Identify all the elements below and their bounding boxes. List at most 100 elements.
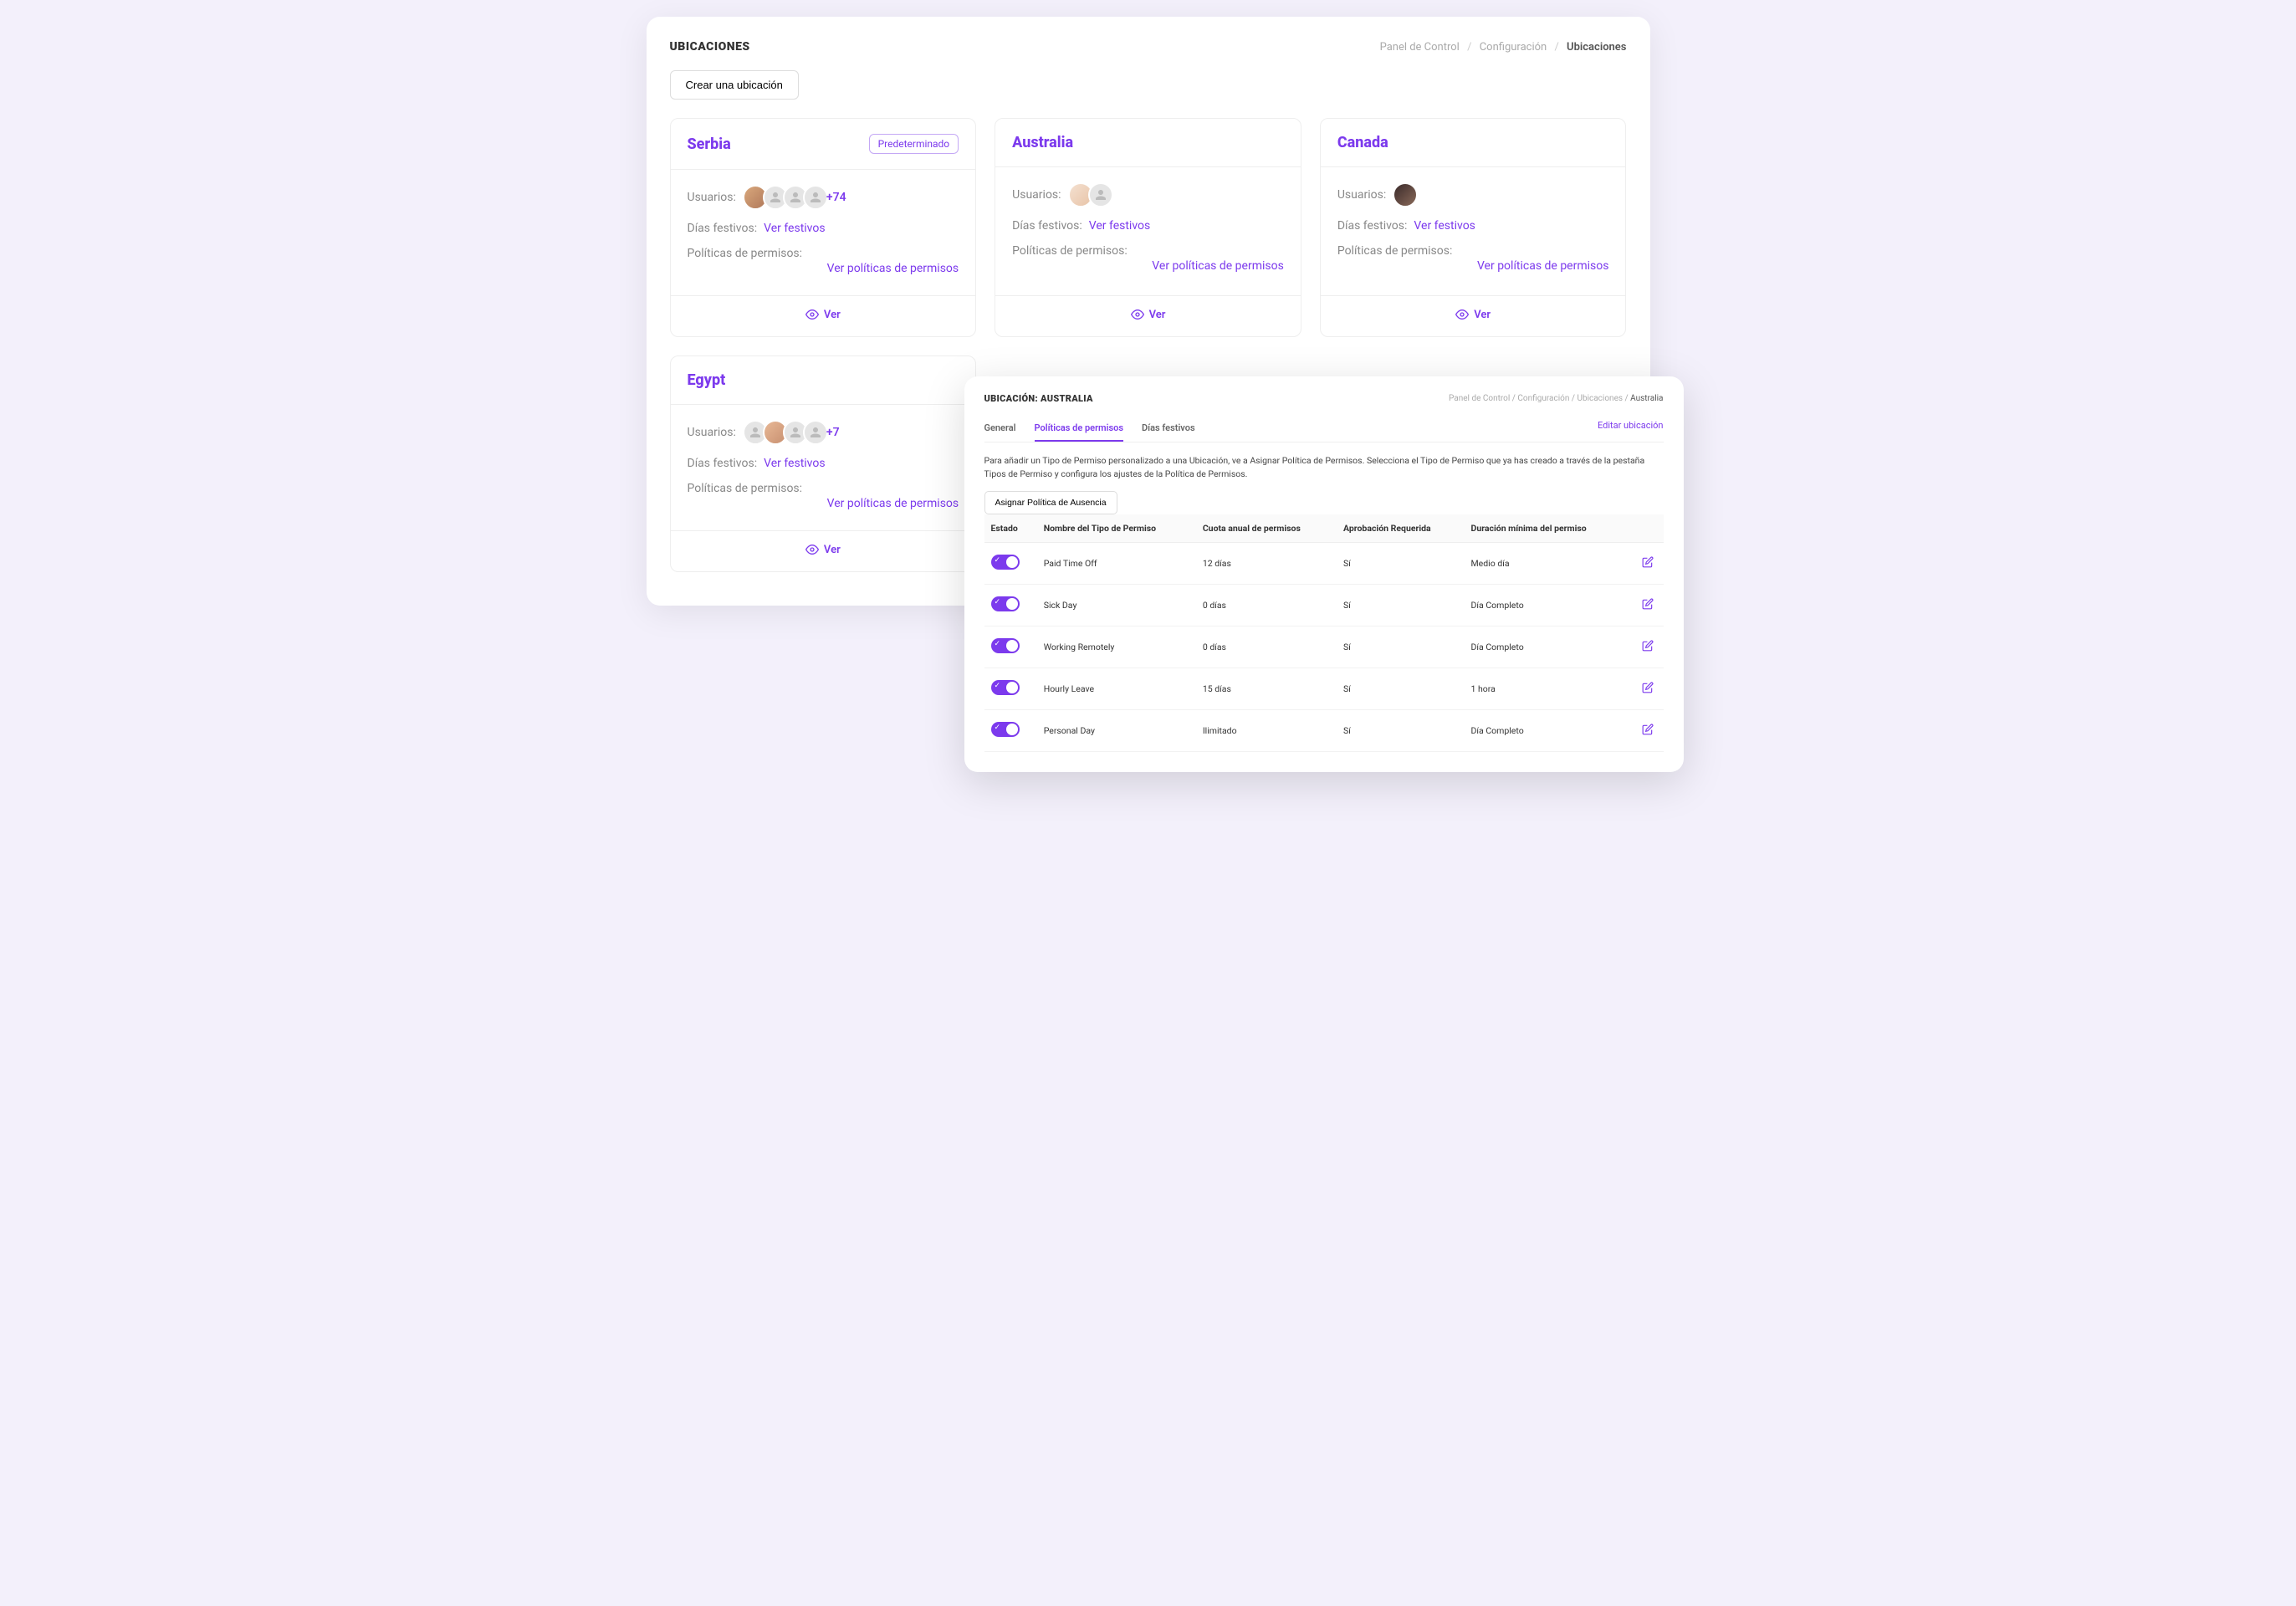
holidays-row: Días festivos: Ver festivos xyxy=(688,222,959,235)
view-holidays-link[interactable]: Ver festivos xyxy=(764,457,825,470)
breadcrumb-locations[interactable]: Ubicaciones xyxy=(1577,394,1623,403)
breadcrumb: Panel de Control / Configuración / Ubica… xyxy=(1380,41,1627,54)
card-body: Usuarios: Días festivos: Ver festivos Po… xyxy=(995,167,1301,295)
policies-row: Políticas de permisos: Ver políticas de … xyxy=(1337,244,1609,273)
policies-row: Políticas de permisos: Ver políticas de … xyxy=(688,482,959,510)
view-policies-link[interactable]: Ver políticas de permisos xyxy=(1337,259,1609,273)
cell-min-duration: Día Completo xyxy=(1465,584,1628,626)
users-row: Usuarios: xyxy=(1012,182,1284,207)
policies-label: Políticas de permisos: xyxy=(1012,244,1128,258)
person-icon xyxy=(748,425,763,440)
eye-icon xyxy=(805,308,819,321)
tab-general[interactable]: General xyxy=(984,416,1016,442)
assign-policy-button[interactable]: Asignar Política de Ausencia xyxy=(984,491,1117,514)
col-approval: Aprobación Requerida xyxy=(1337,514,1465,543)
avatar[interactable] xyxy=(1393,182,1418,207)
card-title: Canada xyxy=(1337,134,1388,151)
card-header: Egypt xyxy=(671,356,976,405)
card-footer: Ver xyxy=(671,295,976,336)
page-title: UBICACIONES xyxy=(670,40,750,54)
edit-location-link[interactable]: Editar ubicación xyxy=(1598,420,1664,437)
card-title: Egypt xyxy=(688,371,726,389)
locations-page: UBICACIONES Panel de Control / Configura… xyxy=(647,17,1650,606)
tab-policies[interactable]: Políticas de permisos xyxy=(1035,416,1123,442)
holidays-label: Días festivos: xyxy=(688,457,758,470)
cell-name: Working Remotely xyxy=(1037,626,1196,667)
view-policies-link[interactable]: Ver políticas de permisos xyxy=(1012,259,1284,273)
avatar-placeholder[interactable] xyxy=(803,420,828,445)
policies-row: Políticas de permisos: Ver políticas de … xyxy=(688,247,959,275)
edit-icon[interactable] xyxy=(1642,556,1654,568)
col-actions xyxy=(1627,514,1663,543)
person-icon xyxy=(1093,187,1108,202)
cell-quota: 15 días xyxy=(1196,667,1337,709)
edit-icon[interactable] xyxy=(1642,724,1654,735)
cell-min-duration: Día Completo xyxy=(1465,709,1628,751)
edit-icon[interactable] xyxy=(1642,598,1654,610)
policies-row: Políticas de permisos: Ver políticas de … xyxy=(1012,244,1284,273)
status-toggle[interactable]: ✓ xyxy=(991,638,1020,653)
location-card-egypt: Egypt Usuarios: +7 Días festivos: Ver fe… xyxy=(670,355,977,572)
avatar-overflow-count[interactable]: +74 xyxy=(826,191,846,204)
status-toggle[interactable]: ✓ xyxy=(991,722,1020,737)
tab-holidays[interactable]: Días festivos xyxy=(1142,416,1195,442)
location-card-canada: Canada Usuarios: Días festivos: Ver fest… xyxy=(1320,118,1627,337)
breadcrumb-separator: / xyxy=(1512,394,1516,403)
status-toggle[interactable]: ✓ xyxy=(991,680,1020,695)
breadcrumb-dashboard[interactable]: Panel de Control xyxy=(1380,41,1460,54)
table-header-row: Estado Nombre del Tipo de Permiso Cuota … xyxy=(984,514,1664,543)
users-label: Usuarios: xyxy=(1337,188,1386,202)
detail-breadcrumb: Panel de Control / Configuración / Ubica… xyxy=(1449,394,1663,403)
card-header: Serbia Predeterminado xyxy=(671,119,976,170)
cell-name: Paid Time Off xyxy=(1037,542,1196,584)
card-body: Usuarios: Días festivos: Ver festivos Po… xyxy=(1321,167,1626,295)
status-toggle[interactable]: ✓ xyxy=(991,555,1020,570)
holidays-label: Días festivos: xyxy=(688,222,758,235)
edit-icon[interactable] xyxy=(1642,682,1654,693)
detail-description: Para añadir un Tipo de Permiso personali… xyxy=(984,454,1664,481)
users-row: Usuarios: xyxy=(1337,182,1609,207)
status-toggle[interactable]: ✓ xyxy=(991,596,1020,611)
cell-quota: 12 días xyxy=(1196,542,1337,584)
col-status: Estado xyxy=(984,514,1037,543)
card-title: Serbia xyxy=(688,136,731,153)
holidays-label: Días festivos: xyxy=(1012,219,1082,233)
view-location-button[interactable]: Ver xyxy=(1131,308,1166,321)
cell-approval: Sí xyxy=(1337,709,1465,751)
holidays-row: Días festivos: Ver festivos xyxy=(1337,219,1609,233)
create-location-button[interactable]: Crear una ubicación xyxy=(670,70,799,100)
cell-approval: Sí xyxy=(1337,667,1465,709)
cell-min-duration: Medio día xyxy=(1465,542,1628,584)
card-header: Canada xyxy=(1321,119,1626,167)
avatar-overflow-count[interactable]: +7 xyxy=(826,426,840,439)
breadcrumb-config[interactable]: Configuración xyxy=(1480,41,1547,54)
view-location-button[interactable]: Ver xyxy=(805,543,841,556)
view-location-button[interactable]: Ver xyxy=(805,308,841,321)
view-holidays-link[interactable]: Ver festivos xyxy=(1089,219,1150,233)
tabs-left: General Políticas de permisos Días festi… xyxy=(984,416,1195,442)
cell-min-duration: 1 hora xyxy=(1465,667,1628,709)
location-card-serbia: Serbia Predeterminado Usuarios: +74 Días… xyxy=(670,118,977,337)
table-row: ✓ Sick Day 0 días Sí Día Completo xyxy=(984,584,1664,626)
avatar-placeholder[interactable] xyxy=(1088,182,1113,207)
cell-min-duration: Día Completo xyxy=(1465,626,1628,667)
breadcrumb-separator: / xyxy=(1625,394,1629,403)
view-location-button[interactable]: Ver xyxy=(1455,308,1491,321)
edit-icon[interactable] xyxy=(1642,640,1654,652)
view-policies-link[interactable]: Ver políticas de permisos xyxy=(688,497,959,510)
card-footer: Ver xyxy=(995,295,1301,336)
view-holidays-link[interactable]: Ver festivos xyxy=(1414,219,1475,233)
person-icon xyxy=(788,190,803,205)
eye-icon xyxy=(1455,308,1469,321)
breadcrumb-dashboard[interactable]: Panel de Control xyxy=(1449,394,1510,403)
detail-title: UBICACIÓN: AUSTRALIA xyxy=(984,393,1093,404)
person-icon xyxy=(808,190,823,205)
person-icon xyxy=(768,190,783,205)
view-policies-link[interactable]: Ver políticas de permisos xyxy=(688,262,959,275)
cell-name: Sick Day xyxy=(1037,584,1196,626)
col-quota: Cuota anual de permisos xyxy=(1196,514,1337,543)
avatar-placeholder[interactable] xyxy=(803,185,828,210)
cell-approval: Sí xyxy=(1337,626,1465,667)
breadcrumb-config[interactable]: Configuración xyxy=(1517,394,1569,403)
view-holidays-link[interactable]: Ver festivos xyxy=(764,222,825,235)
